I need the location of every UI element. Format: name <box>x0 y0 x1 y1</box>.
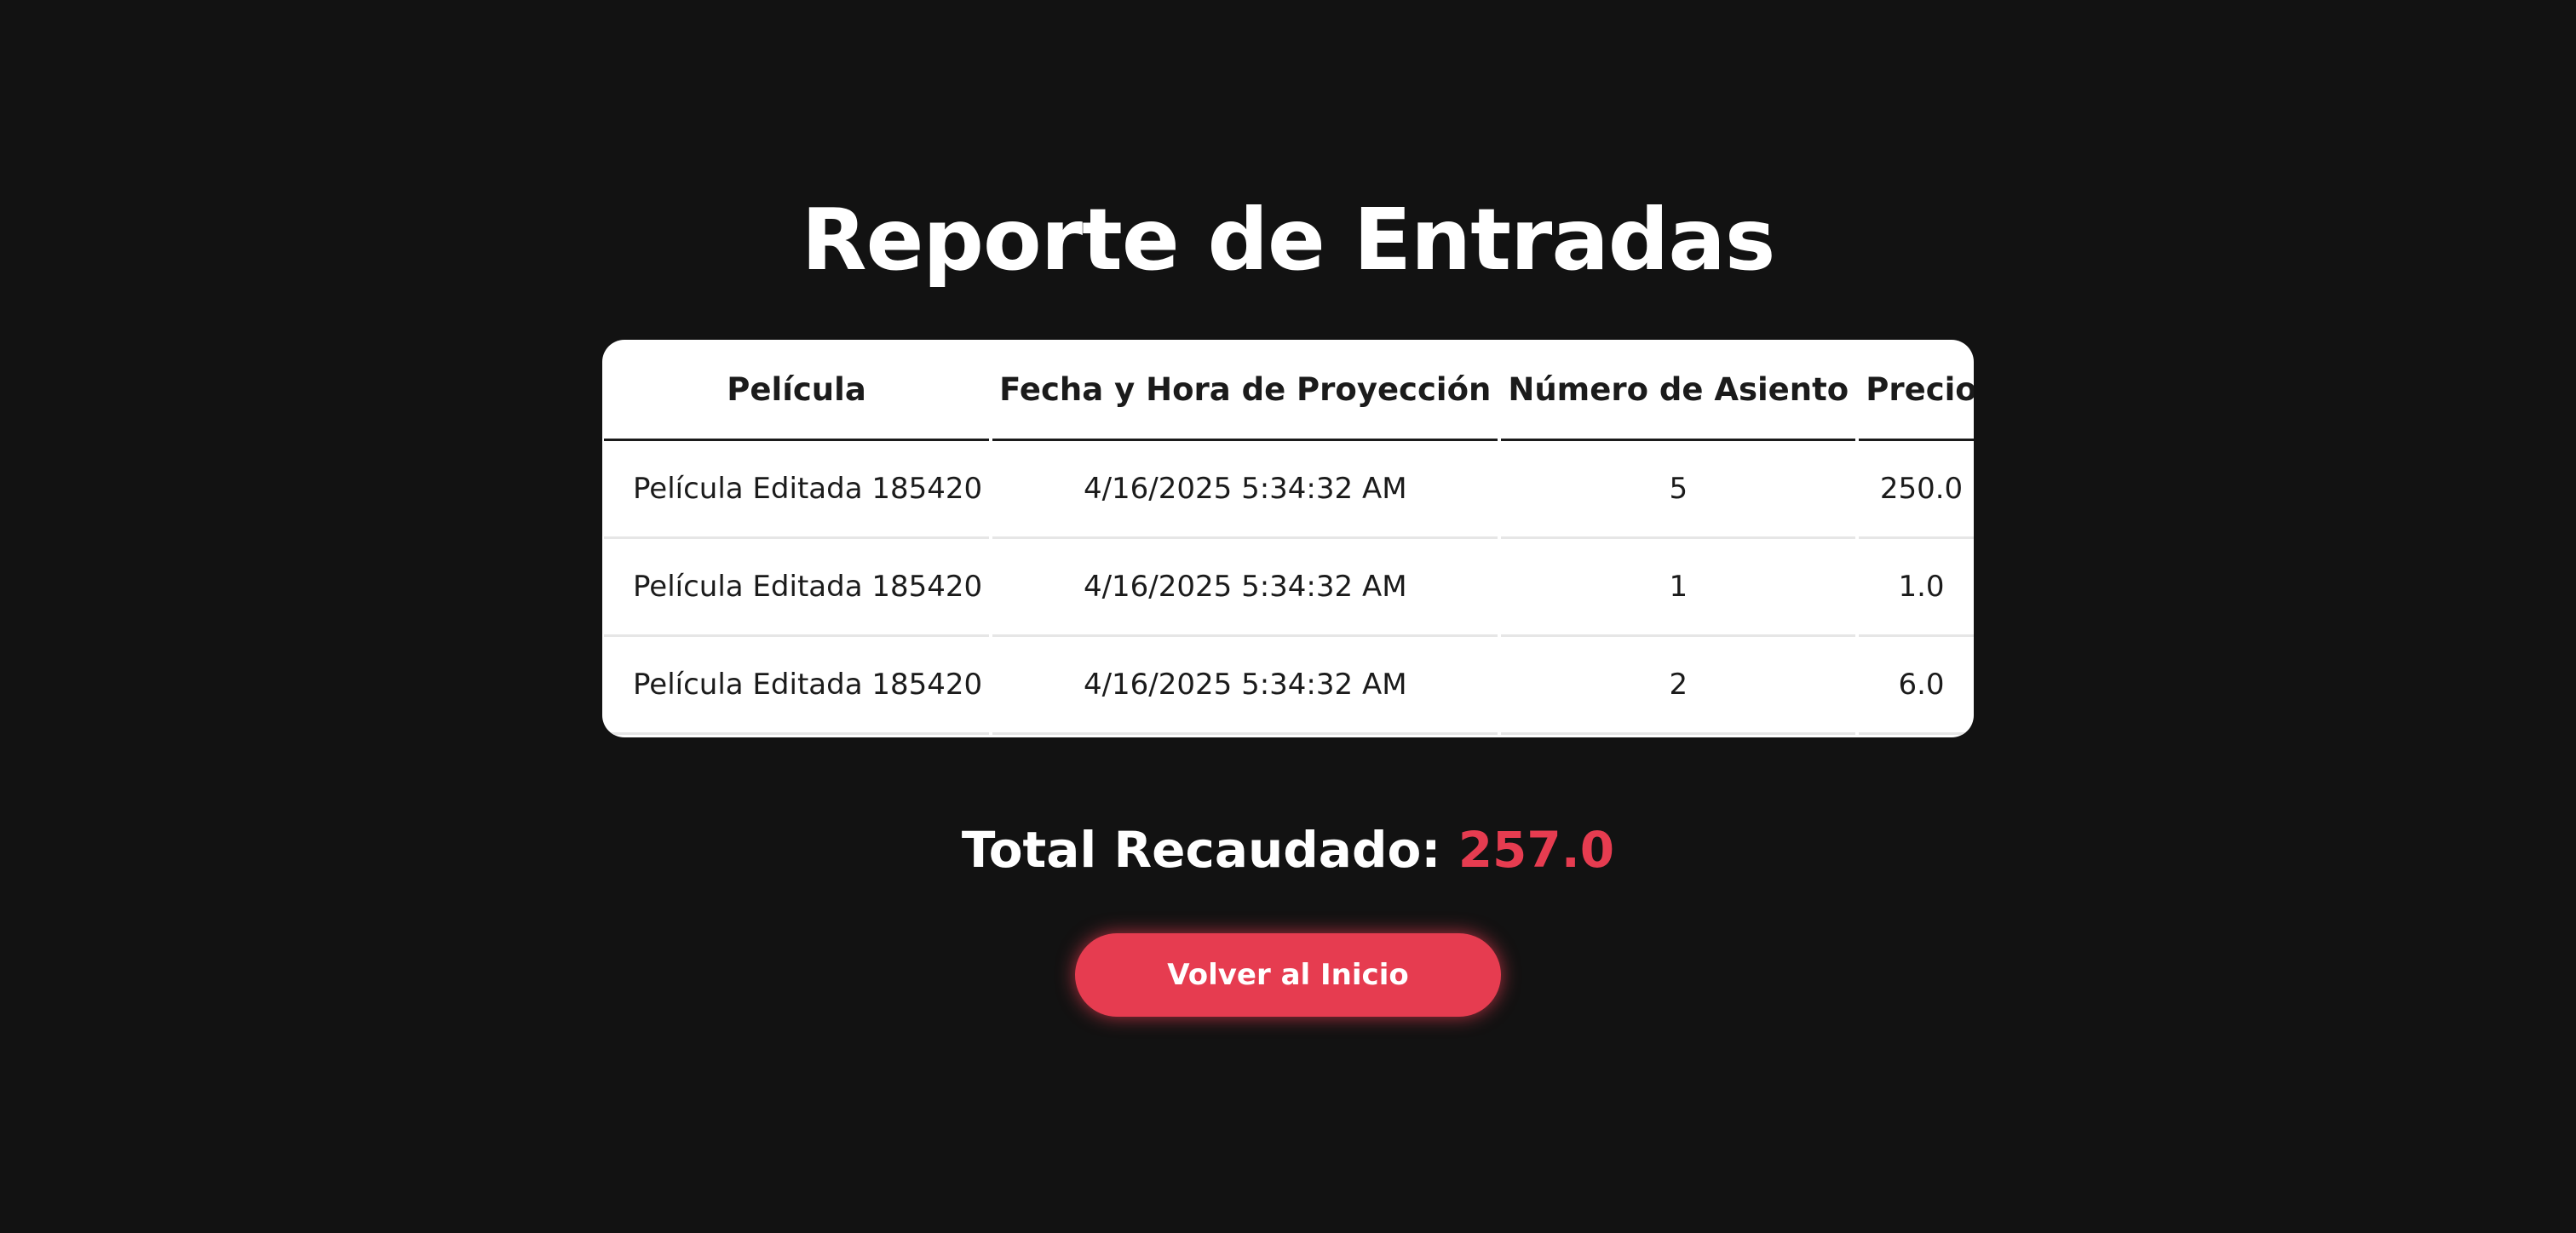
total-amount: 257.0 <box>1458 821 1615 879</box>
column-header-precio: Precio <box>1859 340 1974 441</box>
column-header-pelicula: Película <box>604 340 990 441</box>
table-header-row: Película Fecha y Hora de Proyección Núme… <box>604 340 1974 441</box>
table-row: Película Editada 185420 4/16/2025 5:34:3… <box>604 441 1974 539</box>
cell-precio: 1.0 <box>1859 539 1974 637</box>
cell-asiento: 2 <box>1501 637 1856 735</box>
total-label: Total Recaudado: <box>961 821 1441 879</box>
cell-pelicula: Película Editada 185420 <box>604 441 990 539</box>
tickets-table: Película Fecha y Hora de Proyección Núme… <box>602 340 1974 735</box>
cell-asiento: 1 <box>1501 539 1856 637</box>
page-title: Reporte de Entradas <box>801 190 1776 290</box>
cell-asiento: 5 <box>1501 441 1856 539</box>
table-row: Película Editada 185420 4/16/2025 5:34:3… <box>604 539 1974 637</box>
total-collected: Total Recaudado: 257.0 <box>0 814 2576 886</box>
cell-fecha-hora: 4/16/2025 5:34:32 AM <box>992 637 1498 735</box>
cell-fecha-hora: 4/16/2025 5:34:32 AM <box>992 539 1498 637</box>
back-to-home-button[interactable]: Volver al Inicio <box>1075 933 1501 1017</box>
cell-precio: 250.0 <box>1859 441 1974 539</box>
table-row: Película Editada 185420 4/16/2025 5:34:3… <box>604 637 1974 735</box>
tickets-table-card: Película Fecha y Hora de Proyección Núme… <box>602 340 1974 737</box>
column-header-fecha-hora: Fecha y Hora de Proyección <box>992 340 1498 441</box>
cell-pelicula: Película Editada 185420 <box>604 539 990 637</box>
cell-pelicula: Película Editada 185420 <box>604 637 990 735</box>
cell-precio: 6.0 <box>1859 637 1974 735</box>
column-header-asiento: Número de Asiento <box>1501 340 1856 441</box>
cell-fecha-hora: 4/16/2025 5:34:32 AM <box>992 441 1498 539</box>
